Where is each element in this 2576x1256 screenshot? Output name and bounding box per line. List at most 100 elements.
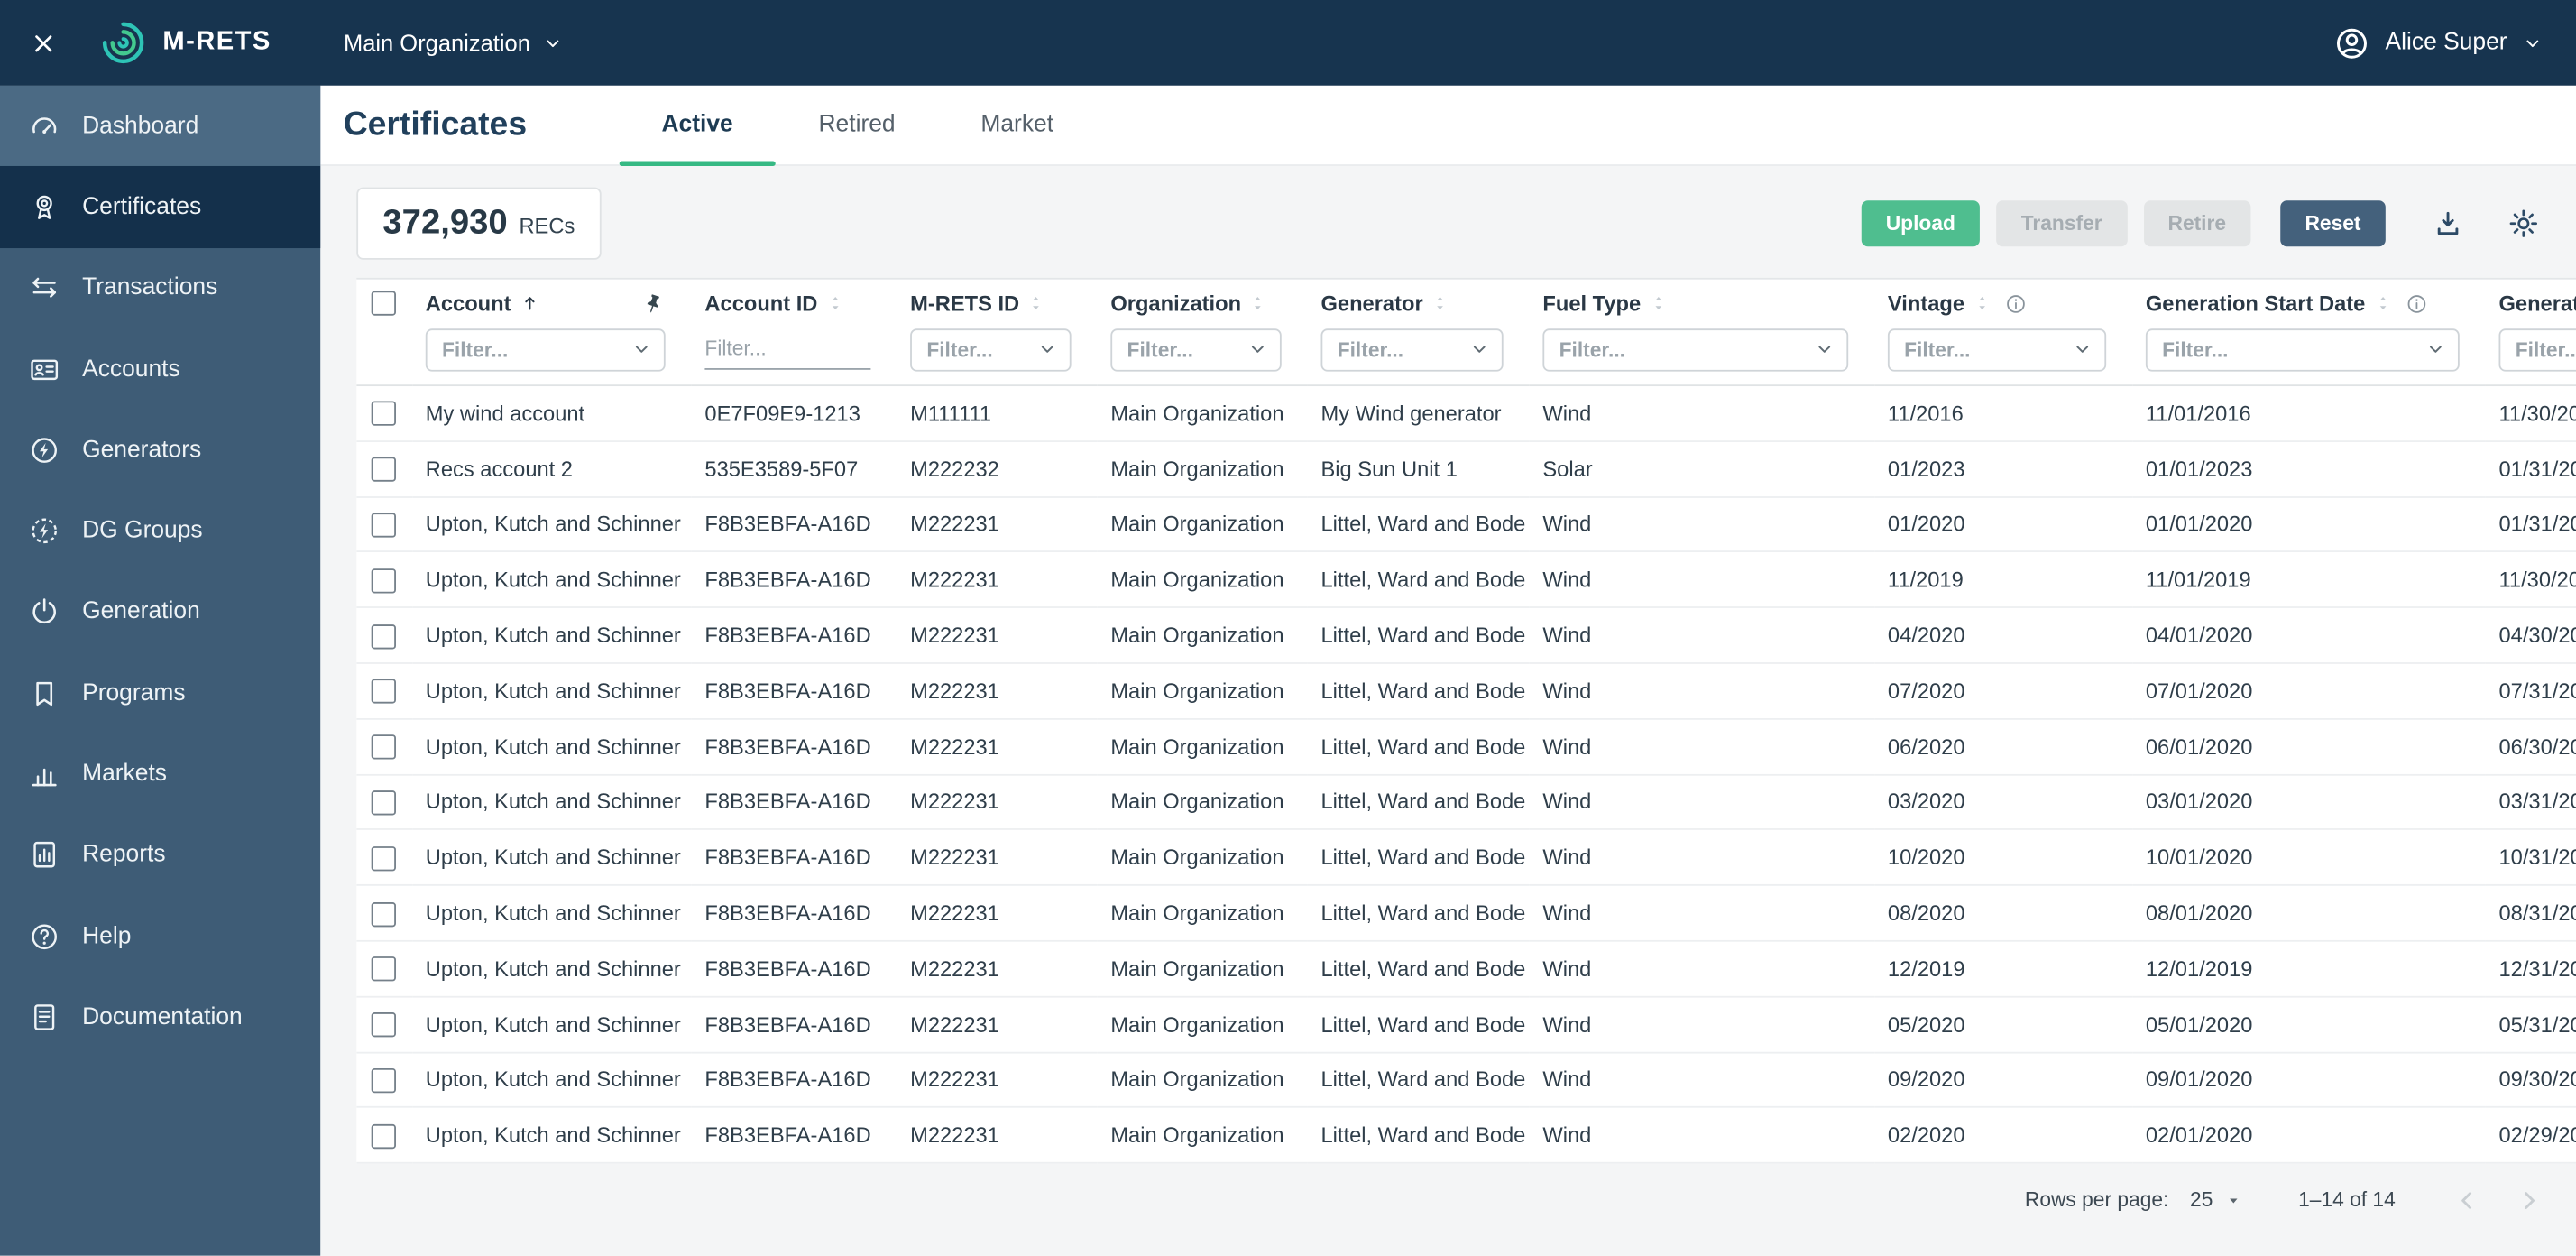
row-checkbox[interactable] bbox=[371, 623, 396, 649]
table-row[interactable]: Upton, Kutch and Schinner F8B3EBFA-A16D M2… bbox=[356, 1053, 2576, 1109]
retire-button[interactable]: Retire bbox=[2143, 200, 2251, 247]
table-cell: F8B3EBFA-A16D bbox=[691, 1108, 897, 1164]
tab-retired[interactable]: Retired bbox=[776, 86, 938, 165]
previous-page-button[interactable] bbox=[2444, 1178, 2487, 1221]
sidebar-item-programs[interactable]: Programs bbox=[0, 652, 320, 734]
table-cell: 12/31/2019 bbox=[2485, 942, 2576, 998]
sidebar-item-help[interactable]: Help bbox=[0, 896, 320, 977]
column-header-m-rets-id[interactable]: M-RETS ID bbox=[897, 280, 1098, 328]
mrets-logo-icon bbox=[98, 18, 148, 68]
tab-market[interactable]: Market bbox=[938, 86, 1096, 165]
row-checkbox[interactable] bbox=[371, 1123, 396, 1149]
reset-button[interactable]: Reset bbox=[2280, 200, 2386, 247]
filter-input-account-id[interactable] bbox=[704, 328, 871, 370]
select-all-checkbox[interactable] bbox=[371, 290, 396, 316]
sidebar-item-documentation[interactable]: Documentation bbox=[0, 976, 320, 1057]
table-cell: M222231 bbox=[897, 1108, 1098, 1164]
row-checkbox[interactable] bbox=[371, 901, 396, 927]
sort-both-icon bbox=[1026, 292, 1047, 314]
filter-select-fuel-type[interactable]: Filter... bbox=[1542, 328, 1849, 371]
row-checkbox[interactable] bbox=[371, 1012, 396, 1038]
table-cell: Littel, Ward and Bode bbox=[1307, 553, 1530, 609]
row-checkbox[interactable] bbox=[371, 1067, 396, 1094]
column-label: Generator bbox=[1320, 291, 1423, 316]
table-cell: Littel, Ward and Bode bbox=[1307, 942, 1530, 998]
table-row[interactable]: Upton, Kutch and Schinner F8B3EBFA-A16D M2… bbox=[356, 775, 2576, 831]
column-header-organization[interactable]: Organization bbox=[1098, 280, 1308, 328]
column-header-vintage[interactable]: Vintage bbox=[1874, 280, 2132, 328]
org-selector[interactable]: Main Organization bbox=[344, 30, 563, 56]
org-selector-label: Main Organization bbox=[343, 29, 530, 56]
sidebar-item-dg-groups[interactable]: DG Groups bbox=[0, 491, 320, 572]
sidebar-item-generators[interactable]: Generators bbox=[0, 410, 320, 491]
column-header-generation-start-date[interactable]: Generation Start Date bbox=[2132, 280, 2486, 328]
column-label: Vintage bbox=[1887, 291, 1965, 316]
sidebar-item-dashboard[interactable]: Dashboard bbox=[0, 85, 321, 167]
table-row[interactable]: My wind account 0E7F09E9-1213 M111111 Main … bbox=[356, 386, 2576, 442]
table-row[interactable]: Upton, Kutch and Schinner F8B3EBFA-A16D M2… bbox=[356, 942, 2576, 998]
row-checkbox[interactable] bbox=[371, 457, 396, 483]
row-checkbox[interactable] bbox=[371, 734, 396, 760]
table-cell: 07/01/2020 bbox=[2132, 664, 2486, 720]
table-cell: My Wind generator bbox=[1307, 386, 1530, 442]
sidebar-item-transactions[interactable]: Transactions bbox=[0, 247, 320, 328]
table-cell: F8B3EBFA-A16D bbox=[691, 997, 897, 1053]
filter-select-generation-start-date[interactable]: Filter... bbox=[2145, 328, 2460, 371]
table-cell: M222231 bbox=[897, 997, 1098, 1053]
table-cell: F8B3EBFA-A16D bbox=[691, 553, 897, 609]
column-header-generation-end-date[interactable]: Generation End Date bbox=[2486, 280, 2576, 328]
column-header-account[interactable]: Account bbox=[412, 280, 692, 328]
download-button[interactable] bbox=[2418, 200, 2478, 246]
filter-select-vintage[interactable]: Filter... bbox=[1887, 328, 2107, 371]
filter-select-organization[interactable]: Filter... bbox=[1110, 328, 1282, 371]
table-cell: Wind bbox=[1529, 1053, 1875, 1109]
upload-button[interactable]: Upload bbox=[1861, 200, 1981, 247]
row-checkbox[interactable] bbox=[371, 402, 396, 427]
table-row[interactable]: Recs account 2 535E3589-5F07 M222232 Main O… bbox=[356, 442, 2576, 498]
pin-column-button[interactable] bbox=[642, 291, 666, 315]
table-cell: M222232 bbox=[897, 442, 1098, 498]
column-header-fuel-type[interactable]: Fuel Type bbox=[1530, 280, 1875, 328]
table-row[interactable]: Upton, Kutch and Schinner F8B3EBFA-A16D M2… bbox=[356, 664, 2576, 720]
row-checkbox[interactable] bbox=[371, 513, 396, 538]
transfer-button[interactable]: Transfer bbox=[1996, 200, 2127, 247]
column-header-generator[interactable]: Generator bbox=[1308, 280, 1530, 328]
table-cell: F8B3EBFA-A16D bbox=[691, 608, 897, 664]
filter-select-account[interactable]: Filter... bbox=[425, 328, 666, 371]
user-menu[interactable]: Alice Super bbox=[2332, 23, 2543, 61]
rows-per-page-select[interactable]: Rows per page: 25 bbox=[2025, 1188, 2242, 1212]
table-row[interactable]: Upton, Kutch and Schinner F8B3EBFA-A16D M2… bbox=[356, 497, 2576, 553]
row-checkbox[interactable] bbox=[371, 679, 396, 705]
sidebar-item-generation[interactable]: Generation bbox=[0, 571, 320, 652]
row-checkbox[interactable] bbox=[371, 790, 396, 816]
table-row[interactable]: Upton, Kutch and Schinner F8B3EBFA-A16D M2… bbox=[356, 831, 2576, 887]
table-row[interactable]: Upton, Kutch and Schinner F8B3EBFA-A16D M2… bbox=[356, 997, 2576, 1053]
table-row[interactable]: Upton, Kutch and Schinner F8B3EBFA-A16D M2… bbox=[356, 553, 2576, 609]
table-row[interactable]: Upton, Kutch and Schinner F8B3EBFA-A16D M2… bbox=[356, 719, 2576, 775]
table-row[interactable]: Upton, Kutch and Schinner F8B3EBFA-A16D M2… bbox=[356, 608, 2576, 664]
filter-select-m-rets-id[interactable]: Filter... bbox=[910, 328, 1072, 371]
filter-select-generator[interactable]: Filter... bbox=[1320, 328, 1504, 371]
sidebar-item-accounts[interactable]: Accounts bbox=[0, 328, 320, 410]
close-icon[interactable] bbox=[0, 0, 86, 86]
row-checkbox[interactable] bbox=[371, 568, 396, 594]
table-cell: Upton, Kutch and Schinner bbox=[412, 1108, 692, 1164]
sidebar-item-markets[interactable]: Markets bbox=[0, 734, 320, 815]
filter-select-generation-end-date[interactable]: Filter... bbox=[2498, 328, 2576, 371]
table-row[interactable]: Upton, Kutch and Schinner F8B3EBFA-A16D M2… bbox=[356, 886, 2576, 942]
settings-button[interactable] bbox=[2494, 200, 2553, 246]
sidebar-item-label: Documentation bbox=[82, 1003, 243, 1030]
sidebar-item-certificates[interactable]: Certificates bbox=[0, 166, 321, 248]
table-row[interactable]: Upton, Kutch and Schinner F8B3EBFA-A16D M2… bbox=[356, 1108, 2576, 1164]
table-cell: 02/2020 bbox=[1874, 1108, 2133, 1164]
table-cell: Littel, Ward and Bode bbox=[1307, 608, 1530, 664]
column-header-account-id[interactable]: Account ID bbox=[692, 280, 897, 328]
table-cell: Upton, Kutch and Schinner bbox=[412, 497, 692, 553]
row-checkbox[interactable] bbox=[371, 956, 396, 983]
row-checkbox[interactable] bbox=[371, 845, 396, 872]
chevron-down-icon bbox=[630, 338, 652, 360]
sidebar-item-reports[interactable]: Reports bbox=[0, 815, 320, 896]
sidebar-item-label: Programs bbox=[82, 679, 186, 706]
next-page-button[interactable] bbox=[2507, 1178, 2550, 1221]
tab-active[interactable]: Active bbox=[619, 86, 776, 166]
